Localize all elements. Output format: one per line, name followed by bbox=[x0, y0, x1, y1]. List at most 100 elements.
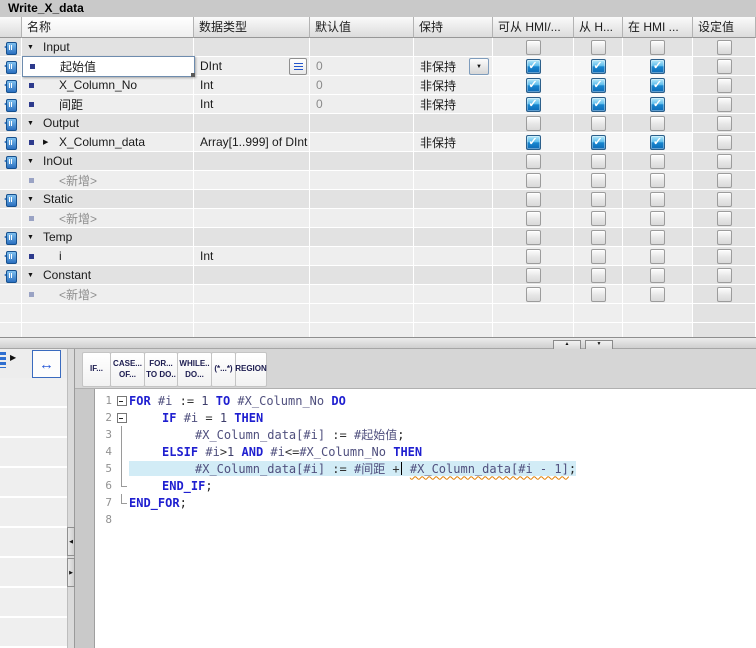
code-line[interactable]: 8 bbox=[95, 511, 756, 528]
cell-name[interactable]: ▼Temp bbox=[22, 228, 194, 247]
cell-default-value[interactable] bbox=[310, 38, 414, 57]
cell-default-value[interactable] bbox=[310, 114, 414, 133]
cell-default-value[interactable]: 0 bbox=[310, 57, 414, 76]
cell-default-value[interactable] bbox=[310, 171, 414, 190]
hmi-visible-checkbox[interactable]: ✓ bbox=[650, 135, 665, 150]
hmi-writable-checkbox[interactable]: ✓ bbox=[591, 97, 606, 112]
cell-name[interactable]: ▼InOut bbox=[22, 152, 194, 171]
collapse-right-button[interactable]: ▶ bbox=[67, 558, 75, 587]
cell-retain[interactable] bbox=[414, 190, 493, 209]
hmi-visible-checkbox[interactable] bbox=[650, 211, 665, 226]
setpoint-checkbox[interactable] bbox=[717, 78, 732, 93]
cell-retain[interactable]: 非保持▼ bbox=[414, 57, 493, 76]
fold-marker[interactable] bbox=[116, 409, 129, 426]
hmi-visible-checkbox[interactable]: ✓ bbox=[650, 78, 665, 93]
cell-datatype[interactable] bbox=[194, 228, 310, 247]
cell-datatype[interactable]: Array[1..999] of DInt bbox=[194, 133, 310, 152]
cell-default-value[interactable] bbox=[310, 285, 414, 304]
setpoint-checkbox[interactable] bbox=[717, 154, 732, 169]
hmi-writable-checkbox[interactable] bbox=[591, 230, 606, 245]
scl-code-editor[interactable]: 1FOR #i := 1 TO #X_Column_No DO2IF #i = … bbox=[95, 389, 756, 648]
cell-default-value[interactable] bbox=[310, 228, 414, 247]
cell-retain[interactable] bbox=[414, 228, 493, 247]
hmi-visible-checkbox[interactable]: ✓ bbox=[650, 97, 665, 112]
column-header[interactable]: 数据类型 bbox=[194, 17, 310, 38]
fold-marker[interactable] bbox=[116, 392, 129, 409]
cell-datatype[interactable]: DInt bbox=[194, 57, 310, 76]
code-line[interactable]: 5#X_Column_data[#i] := #间距 + #X_Column_d… bbox=[95, 460, 756, 477]
cell-default-value[interactable] bbox=[310, 190, 414, 209]
hmi-visible-checkbox[interactable] bbox=[650, 249, 665, 264]
pane-splitter[interactable]: ▲ ▼ bbox=[0, 337, 756, 349]
cell-retain[interactable] bbox=[414, 209, 493, 228]
section-collapse-icon[interactable]: ▼ bbox=[27, 234, 37, 241]
hmi-visible-checkbox[interactable] bbox=[650, 268, 665, 283]
hmi-writable-checkbox[interactable] bbox=[591, 116, 606, 131]
setpoint-checkbox[interactable] bbox=[717, 230, 732, 245]
section-collapse-icon[interactable]: ▼ bbox=[27, 158, 37, 165]
hmi-accessible-checkbox[interactable] bbox=[526, 154, 541, 169]
collapse-left-button[interactable]: ◀ bbox=[67, 527, 75, 556]
cell-default-value[interactable] bbox=[310, 209, 414, 228]
snippet-button-[interactable]: (*...*) bbox=[211, 352, 236, 387]
cell-name[interactable]: <新增> bbox=[22, 209, 194, 228]
snippet-button-fortodo[interactable]: FOR... TO DO.. bbox=[144, 352, 178, 387]
cell-name[interactable]: ▶X_Column_data bbox=[22, 133, 194, 152]
cell-retain[interactable] bbox=[414, 285, 493, 304]
cell-default-value[interactable] bbox=[310, 152, 414, 171]
section-collapse-icon[interactable]: ▼ bbox=[27, 120, 37, 127]
cell-retain[interactable]: 非保持 bbox=[414, 76, 493, 95]
cell-name[interactable]: ▼Input bbox=[22, 38, 194, 57]
cell-name[interactable]: 起始值 bbox=[22, 57, 194, 76]
hmi-visible-checkbox[interactable] bbox=[650, 287, 665, 302]
cell-name[interactable]: 间距 bbox=[22, 95, 194, 114]
vertical-splitter[interactable] bbox=[67, 349, 75, 648]
section-collapse-icon[interactable]: ▼ bbox=[27, 44, 37, 51]
setpoint-checkbox[interactable] bbox=[717, 116, 732, 131]
column-header[interactable]: 保持 bbox=[414, 17, 493, 38]
cell-default-value[interactable]: 0 bbox=[310, 76, 414, 95]
row-expand-icon[interactable]: ▶ bbox=[43, 138, 55, 146]
column-header[interactable]: 可从 HMI/... bbox=[493, 17, 574, 38]
hmi-accessible-checkbox[interactable]: ✓ bbox=[526, 97, 541, 112]
section-collapse-icon[interactable]: ▼ bbox=[27, 272, 37, 279]
hmi-accessible-checkbox[interactable] bbox=[526, 40, 541, 55]
column-header[interactable]: 从 H... bbox=[574, 17, 623, 38]
setpoint-checkbox[interactable] bbox=[717, 59, 732, 74]
hmi-writable-checkbox[interactable] bbox=[591, 249, 606, 264]
snippet-button-region[interactable]: REGION bbox=[235, 352, 267, 387]
code-line[interactable]: 2IF #i = 1 THEN bbox=[95, 409, 756, 426]
panel-list-icon[interactable] bbox=[0, 352, 6, 368]
setpoint-checkbox[interactable] bbox=[717, 173, 732, 188]
hmi-writable-checkbox[interactable] bbox=[591, 211, 606, 226]
name-edit-field[interactable]: 起始值 bbox=[22, 56, 195, 77]
code-line[interactable]: 6END_IF; bbox=[95, 477, 756, 494]
cell-name[interactable]: ▼Static bbox=[22, 190, 194, 209]
hmi-accessible-checkbox[interactable] bbox=[526, 192, 541, 207]
hmi-writable-checkbox[interactable] bbox=[591, 192, 606, 207]
cell-datatype[interactable] bbox=[194, 171, 310, 190]
cell-name[interactable]: ▼Constant bbox=[22, 266, 194, 285]
cell-retain[interactable]: 非保持 bbox=[414, 95, 493, 114]
hmi-accessible-checkbox[interactable] bbox=[526, 268, 541, 283]
cell-datatype[interactable] bbox=[194, 285, 310, 304]
setpoint-checkbox[interactable] bbox=[717, 249, 732, 264]
hmi-visible-checkbox[interactable] bbox=[650, 40, 665, 55]
setpoint-checkbox[interactable] bbox=[717, 135, 732, 150]
retain-dropdown-button[interactable]: ▼ bbox=[469, 58, 489, 75]
cell-retain[interactable] bbox=[414, 152, 493, 171]
hmi-accessible-checkbox[interactable] bbox=[526, 287, 541, 302]
datatype-select-button[interactable] bbox=[289, 58, 307, 75]
hmi-writable-checkbox[interactable] bbox=[591, 40, 606, 55]
cell-datatype[interactable]: Int bbox=[194, 95, 310, 114]
hmi-visible-checkbox[interactable] bbox=[650, 154, 665, 169]
cell-retain[interactable] bbox=[414, 38, 493, 57]
cell-retain[interactable]: 非保持 bbox=[414, 133, 493, 152]
column-header[interactable]: 设定值 bbox=[693, 17, 756, 38]
cell-resize-handle[interactable] bbox=[191, 73, 195, 77]
code-line[interactable]: 1FOR #i := 1 TO #X_Column_No DO bbox=[95, 392, 756, 409]
cell-default-value[interactable] bbox=[310, 266, 414, 285]
hmi-writable-checkbox[interactable]: ✓ bbox=[591, 59, 606, 74]
hmi-accessible-checkbox[interactable]: ✓ bbox=[526, 135, 541, 150]
setpoint-checkbox[interactable] bbox=[717, 40, 732, 55]
